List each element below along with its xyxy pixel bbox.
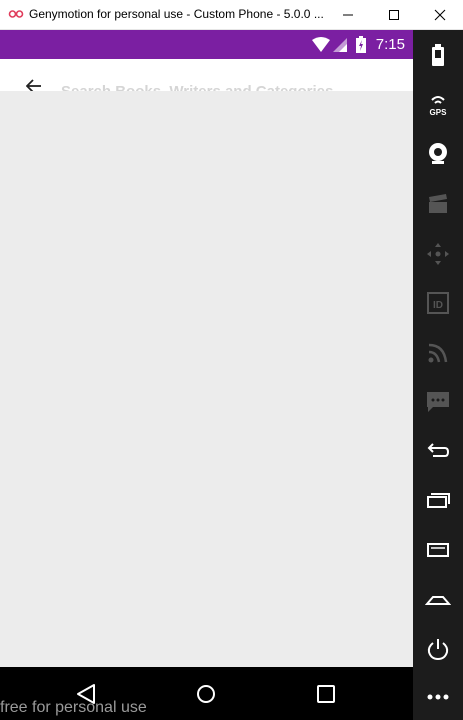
side-recent-apps-button[interactable] [413, 483, 463, 517]
svg-text:ID: ID [433, 300, 443, 311]
genymotion-logo-icon [8, 10, 24, 18]
sms-widget-button[interactable] [413, 384, 463, 418]
battery-icon [356, 36, 366, 53]
search-bar [0, 59, 413, 91]
recent-apps-icon [427, 493, 450, 508]
back-icon [427, 443, 450, 457]
power-icon [427, 639, 449, 661]
watermark-text: free for personal use [0, 699, 147, 716]
side-back-button[interactable] [413, 433, 463, 467]
gps-widget-button[interactable]: GPS [413, 87, 463, 121]
webcam-icon [429, 143, 447, 164]
id-icon: ID [427, 292, 449, 314]
webcam-widget-button[interactable] [413, 136, 463, 170]
nav-home-button[interactable] [189, 677, 223, 711]
status-time: 7:15 [375, 36, 405, 53]
battery-widget-icon [432, 44, 444, 66]
signal-icon [333, 38, 347, 52]
minimize-button[interactable] [325, 0, 371, 30]
nav-home-icon [197, 685, 215, 703]
nav-recents-icon [317, 685, 335, 703]
device-id-widget-button[interactable]: ID [413, 285, 463, 319]
side-more-button[interactable] [413, 678, 463, 712]
more-icon [427, 694, 449, 700]
window-title: Genymotion for personal use - Custom Pho… [29, 7, 324, 21]
gps-icon: GPS [430, 96, 448, 117]
message-icon [427, 392, 449, 412]
side-menu-button[interactable] [413, 532, 463, 566]
search-input[interactable] [61, 79, 391, 91]
menu-icon [427, 543, 449, 557]
close-icon [434, 9, 446, 21]
window-titlebar: Genymotion for personal use - Custom Pho… [0, 0, 463, 30]
battery-widget-button[interactable] [413, 37, 463, 71]
side-home-button[interactable] [413, 582, 463, 616]
svg-text:GPS: GPS [430, 108, 448, 117]
maximize-button[interactable] [371, 0, 417, 30]
minimize-icon [343, 14, 353, 16]
android-screen: 7:15 [0, 30, 413, 667]
back-arrow-icon[interactable] [26, 79, 42, 91]
media-widget-button[interactable] [413, 186, 463, 220]
close-button[interactable] [417, 0, 463, 30]
dpad-icon [427, 243, 449, 265]
side-power-button[interactable] [413, 631, 463, 665]
rss-icon [428, 343, 448, 363]
nav-recents-button[interactable] [309, 677, 343, 711]
dpad-widget-button[interactable] [413, 236, 463, 270]
wifi-icon [312, 37, 330, 52]
clapperboard-icon [429, 194, 447, 213]
home-icon [425, 596, 451, 605]
status-bar: 7:15 [0, 30, 413, 59]
genymotion-side-panel: GPS ID [413, 30, 463, 720]
network-widget-button[interactable] [413, 335, 463, 369]
maximize-icon [389, 10, 399, 20]
